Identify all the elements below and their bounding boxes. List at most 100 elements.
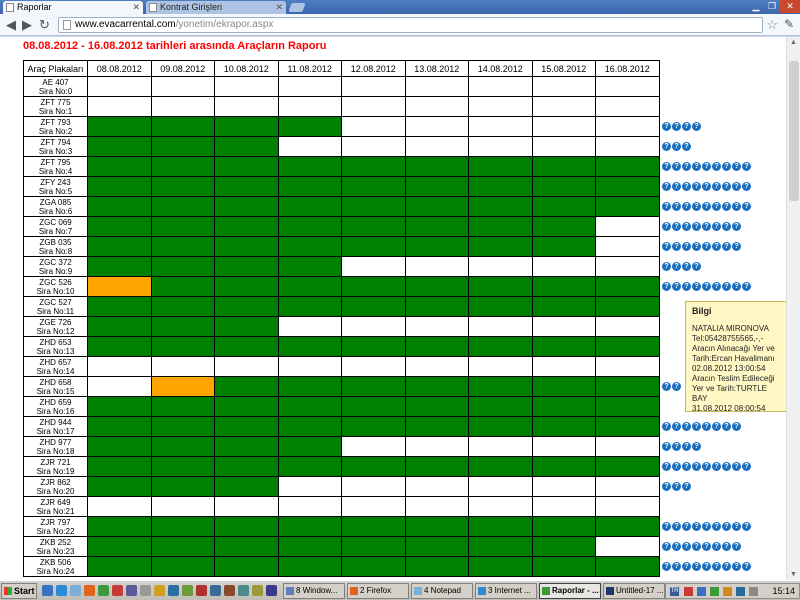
info-question-icon[interactable]: ? — [692, 562, 701, 571]
info-question-icon[interactable]: ? — [682, 182, 691, 191]
day-cell-occupied[interactable] — [150, 296, 215, 317]
day-cell-occupied[interactable] — [150, 456, 215, 477]
app-icon[interactable] — [154, 585, 165, 596]
day-cell-occupied[interactable] — [404, 296, 469, 317]
info-question-icon[interactable]: ? — [692, 282, 701, 291]
day-cell-occupied[interactable] — [150, 416, 215, 437]
day-cell-occupied[interactable] — [341, 296, 406, 317]
day-cell-occupied[interactable] — [404, 196, 469, 217]
close-icon[interactable]: ✕ — [275, 1, 283, 14]
day-cell-occupied[interactable] — [277, 256, 342, 277]
info-question-icon[interactable]: ? — [672, 562, 681, 571]
day-cell-occupied[interactable] — [87, 296, 152, 317]
wrench-icon[interactable]: ✎ — [784, 17, 794, 31]
day-cell-occupied[interactable] — [214, 536, 279, 557]
info-question-icon[interactable]: ? — [672, 202, 681, 211]
info-question-icon[interactable]: ? — [702, 182, 711, 191]
day-cell-occupied[interactable] — [277, 456, 342, 477]
info-question-icon[interactable]: ? — [662, 242, 671, 251]
info-question-icon[interactable]: ? — [672, 222, 681, 231]
day-cell-occupied[interactable] — [404, 376, 469, 397]
info-question-icon[interactable]: ? — [682, 442, 691, 451]
day-cell-occupied[interactable] — [214, 136, 279, 157]
close-icon[interactable]: ✕ — [132, 1, 140, 14]
day-cell-occupied[interactable] — [277, 296, 342, 317]
day-cell-occupied[interactable] — [150, 236, 215, 257]
info-question-icon[interactable]: ? — [672, 482, 681, 491]
tab-raporlar[interactable]: Raporlar ✕ — [3, 1, 143, 14]
day-cell-occupied[interactable] — [87, 156, 152, 177]
day-cell-occupied[interactable] — [341, 516, 406, 537]
info-question-icon[interactable]: ? — [662, 382, 671, 391]
day-cell-occupied[interactable] — [277, 516, 342, 537]
day-cell-occupied[interactable] — [531, 396, 596, 417]
day-cell-occupied[interactable] — [595, 156, 660, 177]
info-question-icon[interactable]: ? — [712, 422, 721, 431]
start-button[interactable]: Start — [1, 583, 37, 599]
day-cell-occupied[interactable] — [595, 456, 660, 477]
day-cell-occupied[interactable] — [150, 196, 215, 217]
chrome-icon[interactable] — [98, 585, 109, 596]
info-question-icon[interactable]: ? — [722, 222, 731, 231]
day-cell-occupied[interactable] — [341, 376, 406, 397]
info-question-icon[interactable]: ? — [702, 542, 711, 551]
day-cell-occupied[interactable] — [531, 236, 596, 257]
day-cell-occupied[interactable] — [150, 396, 215, 417]
day-cell-occupied[interactable] — [150, 556, 215, 577]
scroll-down-icon[interactable]: ▼ — [790, 571, 797, 578]
app-icon[interactable] — [126, 585, 137, 596]
day-cell-occupied[interactable] — [87, 436, 152, 457]
info-question-icon[interactable]: ? — [702, 562, 711, 571]
day-cell-occupied[interactable] — [214, 396, 279, 417]
day-cell-occupied[interactable] — [531, 536, 596, 557]
app-icon[interactable] — [168, 585, 179, 596]
day-cell-occupied[interactable] — [214, 216, 279, 237]
info-question-icon[interactable]: ? — [672, 182, 681, 191]
day-cell-pending[interactable] — [87, 276, 152, 297]
ie-icon[interactable] — [56, 585, 67, 596]
day-cell-occupied[interactable] — [214, 236, 279, 257]
info-question-icon[interactable]: ? — [672, 542, 681, 551]
taskbar-button-internet[interactable]: 3 Internet ... — [475, 583, 537, 599]
info-question-icon[interactable]: ? — [662, 122, 671, 131]
day-cell-occupied[interactable] — [468, 236, 533, 257]
day-cell-occupied[interactable] — [595, 376, 660, 397]
info-question-icon[interactable]: ? — [712, 542, 721, 551]
app-icon[interactable] — [140, 585, 151, 596]
day-cell-occupied[interactable] — [87, 556, 152, 577]
day-cell-occupied[interactable] — [468, 336, 533, 357]
info-question-icon[interactable]: ? — [732, 282, 741, 291]
day-cell-occupied[interactable] — [468, 156, 533, 177]
day-cell-occupied[interactable] — [277, 116, 342, 137]
day-cell-occupied[interactable] — [277, 276, 342, 297]
day-cell-occupied[interactable] — [468, 536, 533, 557]
day-cell-occupied[interactable] — [531, 376, 596, 397]
day-cell-occupied[interactable] — [87, 236, 152, 257]
day-cell-occupied[interactable] — [468, 456, 533, 477]
info-question-icon[interactable]: ? — [672, 122, 681, 131]
day-cell-occupied[interactable] — [87, 416, 152, 437]
day-cell-occupied[interactable] — [531, 456, 596, 477]
day-cell-occupied[interactable] — [277, 216, 342, 237]
info-question-icon[interactable]: ? — [692, 202, 701, 211]
day-cell-occupied[interactable] — [277, 416, 342, 437]
day-cell-occupied[interactable] — [87, 476, 152, 497]
day-cell-occupied[interactable] — [531, 276, 596, 297]
day-cell-occupied[interactable] — [87, 396, 152, 417]
maximize-icon[interactable]: ❐ — [764, 0, 780, 13]
taskbar-button-raporlar[interactable]: Raporlar - ... — [539, 583, 601, 599]
info-question-icon[interactable]: ? — [712, 242, 721, 251]
day-cell-occupied[interactable] — [404, 336, 469, 357]
day-cell-occupied[interactable] — [214, 316, 279, 337]
info-question-icon[interactable]: ? — [672, 382, 681, 391]
day-cell-occupied[interactable] — [531, 516, 596, 537]
info-question-icon[interactable]: ? — [672, 462, 681, 471]
day-cell-occupied[interactable] — [150, 136, 215, 157]
language-indicator[interactable]: TR — [670, 587, 679, 596]
day-cell-occupied[interactable] — [214, 556, 279, 577]
info-question-icon[interactable]: ? — [692, 242, 701, 251]
day-cell-occupied[interactable] — [277, 376, 342, 397]
day-cell-occupied[interactable] — [404, 416, 469, 437]
info-question-icon[interactable]: ? — [662, 442, 671, 451]
info-question-icon[interactable]: ? — [742, 462, 751, 471]
